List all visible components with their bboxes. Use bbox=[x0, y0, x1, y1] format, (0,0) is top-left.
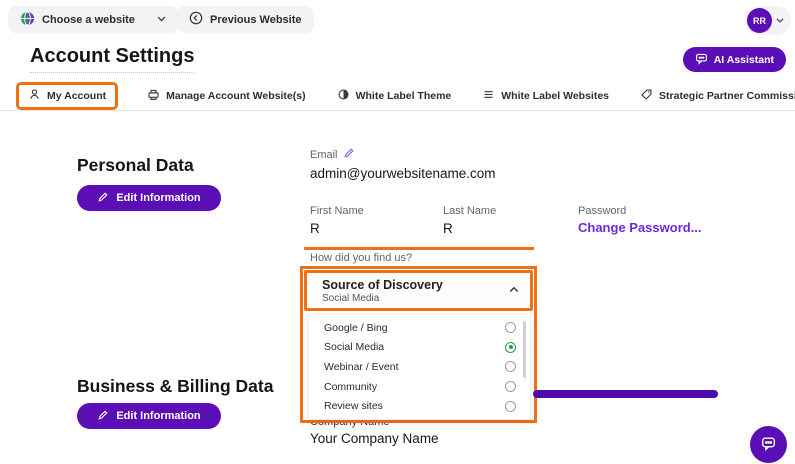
page-title: Account Settings bbox=[30, 45, 194, 73]
account-settings-page: Choose a website Previous Website RR Acc… bbox=[0, 0, 795, 464]
list-lines-icon bbox=[482, 88, 495, 104]
choose-website-dropdown[interactable]: Choose a website bbox=[8, 6, 179, 33]
annotation-box-dropdown-header: Source of Discovery Social Media bbox=[304, 270, 533, 311]
tab-label: White Label Theme bbox=[356, 90, 452, 102]
pencil-icon bbox=[97, 409, 109, 424]
last-name-label: Last Name bbox=[443, 205, 496, 217]
tab-label: Manage Account Website(s) bbox=[166, 90, 305, 102]
scrollbar[interactable] bbox=[523, 321, 526, 378]
settings-tabs: My Account Manage Account Website(s) Whi… bbox=[16, 82, 795, 110]
first-name-label: First Name bbox=[310, 205, 364, 217]
contrast-icon bbox=[337, 88, 350, 104]
ai-assistant-button[interactable]: AI Assistant bbox=[683, 47, 786, 72]
edit-information-label: Edit Information bbox=[116, 192, 200, 204]
option-google-bing[interactable]: Google / Bing bbox=[309, 318, 530, 338]
tab-label: My Account bbox=[47, 90, 106, 102]
radio-icon[interactable] bbox=[505, 361, 516, 372]
radio-icon[interactable] bbox=[505, 381, 516, 392]
annotation-purple-bar bbox=[533, 390, 718, 398]
email-value: admin@yourwebsitename.com bbox=[310, 166, 496, 181]
annotation-line bbox=[304, 247, 534, 250]
dropdown-selected-value: Social Media bbox=[322, 293, 443, 304]
first-name-value: R bbox=[310, 221, 320, 236]
tab-label: Strategic Partner Commission bbox=[659, 90, 795, 102]
last-name-value: R bbox=[443, 221, 453, 236]
business-edit-information-button[interactable]: Edit Information bbox=[77, 403, 221, 429]
dropdown-title: Source of Discovery bbox=[322, 278, 443, 292]
printer-icon bbox=[147, 88, 160, 104]
personal-data-title: Personal Data bbox=[77, 155, 194, 176]
tab-manage-account-websites[interactable]: Manage Account Website(s) bbox=[145, 83, 307, 109]
chevron-up-icon bbox=[508, 283, 520, 301]
arrow-left-circle-icon bbox=[189, 11, 203, 28]
option-review-sites[interactable]: Review sites bbox=[309, 396, 530, 416]
account-menu[interactable]: RR bbox=[745, 6, 791, 35]
discovery-options-list: Google / Bing Social Media Webinar / Eve… bbox=[308, 314, 531, 420]
previous-website-button[interactable]: Previous Website bbox=[177, 6, 314, 33]
chat-icon bbox=[760, 435, 777, 455]
chat-icon bbox=[695, 52, 708, 68]
chat-widget-button[interactable] bbox=[750, 426, 787, 463]
tab-my-account[interactable]: My Account bbox=[16, 82, 118, 110]
source-of-discovery-dropdown[interactable]: Source of Discovery Social Media bbox=[307, 273, 530, 308]
tag-icon bbox=[640, 88, 653, 104]
avatar: RR bbox=[747, 8, 772, 33]
tab-label: White Label Websites bbox=[501, 90, 609, 102]
radio-icon[interactable] bbox=[505, 322, 516, 333]
radio-icon[interactable] bbox=[505, 401, 516, 412]
radio-icon[interactable] bbox=[505, 342, 516, 353]
email-label: Email bbox=[310, 147, 355, 162]
chevron-down-icon bbox=[775, 12, 785, 30]
company-name-value: Your Company Name bbox=[310, 431, 439, 446]
tabs-divider bbox=[0, 110, 795, 111]
how-did-you-find-us-label: How did you find us? bbox=[310, 252, 412, 264]
tab-white-label-websites[interactable]: White Label Websites bbox=[480, 83, 611, 109]
choose-website-label: Choose a website bbox=[42, 14, 135, 26]
website-globe-icon bbox=[20, 11, 35, 29]
business-billing-title: Business & Billing Data bbox=[77, 376, 273, 397]
option-social-media[interactable]: Social Media bbox=[309, 338, 530, 358]
option-webinar-event[interactable]: Webinar / Event bbox=[309, 357, 530, 377]
edit-information-label: Edit Information bbox=[116, 410, 200, 422]
change-password-link[interactable]: Change Password... bbox=[578, 220, 702, 235]
password-label: Password bbox=[578, 205, 626, 217]
ai-assistant-label: AI Assistant bbox=[714, 54, 774, 66]
user-icon bbox=[28, 88, 41, 104]
edit-email-icon[interactable] bbox=[343, 147, 355, 162]
pencil-icon bbox=[97, 191, 109, 206]
option-community[interactable]: Community bbox=[309, 377, 530, 397]
tab-white-label-theme[interactable]: White Label Theme bbox=[335, 83, 454, 109]
previous-website-label: Previous Website bbox=[210, 14, 302, 26]
personal-edit-information-button[interactable]: Edit Information bbox=[77, 185, 221, 211]
tab-strategic-partner-commission[interactable]: Strategic Partner Commission bbox=[638, 83, 795, 109]
chevron-down-icon bbox=[156, 13, 167, 27]
